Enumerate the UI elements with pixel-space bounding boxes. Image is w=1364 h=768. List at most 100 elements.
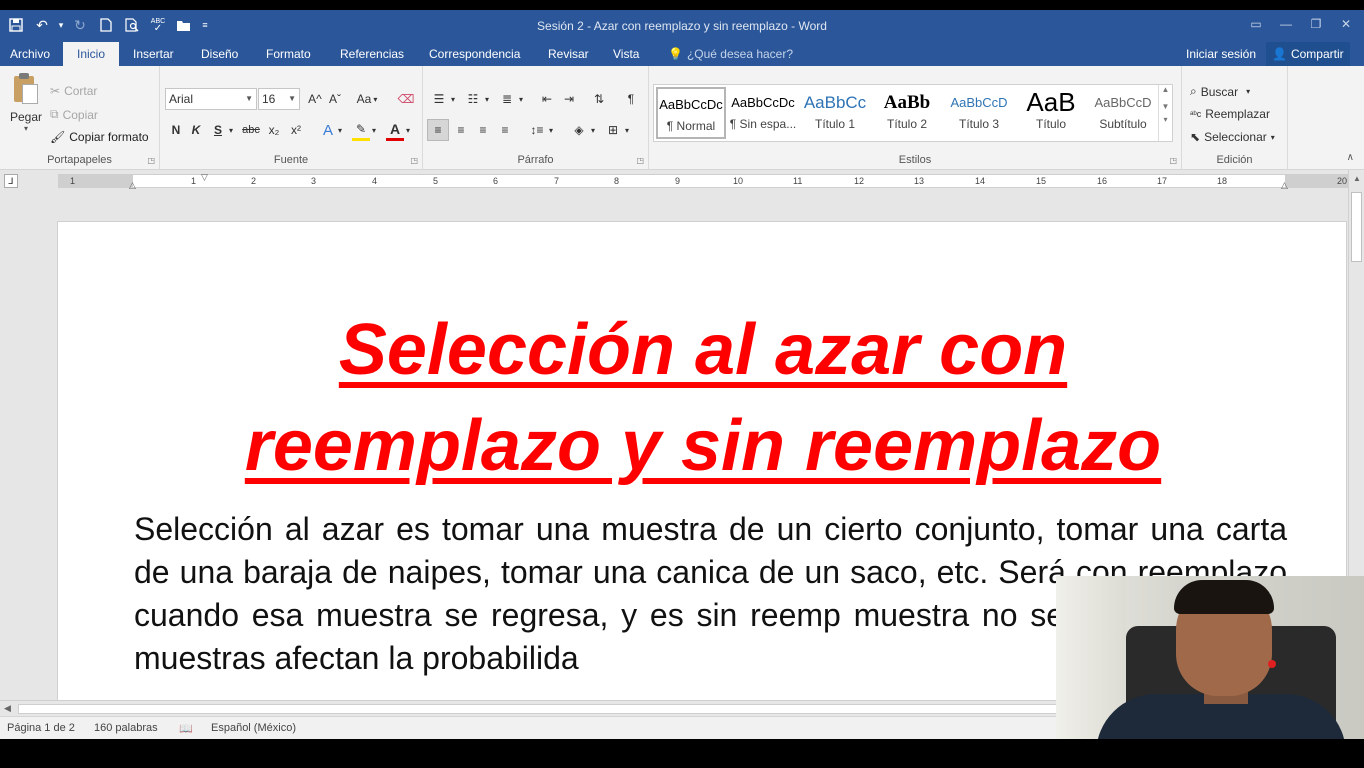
tab-referencias[interactable]: Referencias	[330, 42, 414, 66]
bullets-icon[interactable]: ☰	[429, 88, 449, 110]
cut-button[interactable]: ✂ Cortar	[50, 84, 97, 98]
bold-button[interactable]: N	[168, 119, 184, 141]
highlight-icon[interactable]: ✎	[352, 119, 370, 141]
share-button[interactable]: 👤 Compartir	[1266, 42, 1350, 66]
shrink-font-icon[interactable]: Aˇ	[326, 88, 344, 110]
gallery-scroll[interactable]: ▲ ▼ ▾	[1158, 85, 1172, 141]
sort-icon[interactable]: ⇅	[589, 88, 609, 110]
decrease-indent-icon[interactable]: ⇤	[537, 88, 557, 110]
document-heading-line-2: reemplazo y sin reemplazo	[244, 406, 1162, 486]
minimize-icon[interactable]: —	[1276, 14, 1296, 34]
chevron-up-icon[interactable]: ▲	[1159, 85, 1172, 94]
underline-button[interactable]: S	[210, 119, 226, 141]
sign-in-link[interactable]: Iniciar sesión	[1186, 42, 1256, 66]
clear-formatting-icon[interactable]: ⌫	[396, 88, 416, 110]
style-name: Título 2	[886, 117, 928, 131]
tab-insertar[interactable]: Insertar	[123, 42, 184, 66]
word-count[interactable]: 160 palabras	[94, 722, 158, 734]
page-count[interactable]: Página 1 de 2	[7, 722, 75, 734]
underline-dropdown-icon[interactable]: ▾	[226, 119, 236, 141]
tab-inicio[interactable]: Inicio	[63, 42, 119, 66]
borders-dropdown-icon[interactable]: ▾	[623, 119, 631, 141]
pilcrow-icon[interactable]: ¶	[621, 88, 641, 110]
style-preview: AaBbCcD	[1094, 95, 1152, 110]
collapse-ribbon-icon[interactable]: ∧	[1347, 152, 1354, 163]
style-title[interactable]: AaB Título	[1016, 87, 1086, 139]
shading-dropdown-icon[interactable]: ▾	[589, 119, 597, 141]
multilevel-list-icon[interactable]: ≣	[497, 88, 517, 110]
strikethrough-button[interactable]: abc	[240, 119, 262, 141]
change-case-button[interactable]: Aa ▾	[354, 88, 380, 110]
tab-selector[interactable]: ⅃	[4, 174, 18, 188]
format-painter-button[interactable]: 🖌 Copiar formato	[50, 130, 149, 144]
restore-icon[interactable]: ❐	[1306, 14, 1326, 34]
superscript-button[interactable]: x²	[288, 119, 304, 141]
ruler-tick: 13	[914, 176, 925, 186]
style-no-spacing[interactable]: AaBbCcDc ¶ Sin espa...	[728, 87, 798, 139]
editing-group-label: Edición	[1216, 154, 1253, 166]
horizontal-scroll-thumb[interactable]	[18, 704, 1058, 714]
copy-icon: ⧉	[50, 107, 59, 121]
tab-correspondencia[interactable]: Correspondencia	[419, 42, 530, 66]
increase-indent-icon[interactable]: ⇥	[559, 88, 579, 110]
more-styles-icon[interactable]: ▾	[1159, 115, 1172, 124]
chevron-down-icon[interactable]: ▼	[1159, 102, 1172, 111]
grow-font-icon[interactable]: A^	[306, 88, 324, 110]
ribbon-display-icon[interactable]: ▭	[1246, 14, 1266, 34]
text-effects-icon[interactable]: A	[320, 119, 336, 141]
tab-vista[interactable]: Vista	[603, 42, 649, 66]
language-indicator[interactable]: Español (México)	[211, 722, 296, 734]
style-heading-3[interactable]: AaBbCcD Título 3	[944, 87, 1014, 139]
proofing-icon[interactable]: 📖	[179, 722, 193, 735]
align-center-icon[interactable]: ≡	[451, 119, 471, 141]
font-color-icon[interactable]: A	[386, 119, 404, 141]
line-spacing-icon[interactable]: ↕≡	[527, 119, 547, 141]
align-right-icon[interactable]: ≡	[473, 119, 493, 141]
scroll-left-icon[interactable]: ◀	[4, 703, 11, 714]
align-left-icon[interactable]: ≡	[427, 119, 449, 141]
style-heading-1[interactable]: AaBbCc Título 1	[800, 87, 870, 139]
highlight-dropdown-icon[interactable]: ▾	[370, 119, 378, 141]
select-button[interactable]: ⬉ Seleccionar ▾	[1190, 130, 1275, 144]
scroll-up-icon[interactable]: ▲	[1349, 174, 1364, 183]
subscript-button[interactable]: x₂	[266, 119, 282, 141]
brush-icon: 🖌	[50, 130, 66, 144]
numbering-icon[interactable]: ☷	[463, 88, 483, 110]
find-button[interactable]: ⌕ Buscar ▾	[1190, 84, 1250, 99]
justify-icon[interactable]: ≡	[495, 119, 515, 141]
paragraph-launcher-icon[interactable]: ◳	[636, 156, 644, 165]
horizontal-ruler[interactable]: 1 1 2 3 4 5 6 7 8 9 10 11 12 13 14 15 16…	[58, 172, 1348, 191]
style-heading-2[interactable]: AaBb Título 2	[872, 87, 942, 139]
first-line-indent-marker[interactable]: ▽	[201, 172, 208, 183]
tab-formato[interactable]: Formato	[256, 42, 321, 66]
line-spacing-dropdown-icon[interactable]: ▾	[547, 119, 555, 141]
effects-dropdown-icon[interactable]: ▾	[336, 119, 344, 141]
font-color-dropdown-icon[interactable]: ▾	[404, 119, 412, 141]
shading-icon[interactable]: ◈	[569, 119, 589, 141]
numbering-dropdown-icon[interactable]: ▾	[483, 88, 491, 110]
style-normal[interactable]: AaBbCcDc ¶ Normal	[656, 87, 726, 139]
borders-icon[interactable]: ⊞	[603, 119, 623, 141]
left-indent-marker[interactable]: △	[129, 180, 136, 191]
tab-archivo[interactable]: Archivo	[0, 42, 60, 66]
tab-diseno[interactable]: Diseño	[191, 42, 248, 66]
multilevel-dropdown-icon[interactable]: ▾	[517, 88, 525, 110]
styles-launcher-icon[interactable]: ◳	[1169, 156, 1177, 165]
tab-revisar[interactable]: Revisar	[538, 42, 599, 66]
clipboard-launcher-icon[interactable]: ◳	[147, 156, 155, 165]
ruler-tick: 5	[433, 176, 439, 186]
scroll-thumb[interactable]	[1351, 192, 1362, 262]
italic-button[interactable]: K	[188, 119, 204, 141]
tell-me-box[interactable]: 💡 ¿Qué desea hacer?	[668, 42, 793, 66]
right-indent-marker[interactable]: △	[1281, 180, 1288, 191]
font-size-select[interactable]: 16 ▼	[258, 88, 300, 110]
copy-button[interactable]: ⧉ Copiar	[50, 107, 98, 122]
replace-button[interactable]: ᵃᵇc Reemplazar	[1190, 107, 1270, 121]
font-launcher-icon[interactable]: ◳	[410, 156, 418, 165]
style-subtitle[interactable]: AaBbCcD Subtítulo	[1088, 87, 1158, 139]
bullets-dropdown-icon[interactable]: ▾	[449, 88, 457, 110]
font-family-select[interactable]: Arial ▼	[165, 88, 257, 110]
close-icon[interactable]: ✕	[1336, 14, 1356, 34]
webcam-overlay	[1056, 576, 1364, 739]
paste-button[interactable]: Pegar ▾	[8, 72, 44, 133]
